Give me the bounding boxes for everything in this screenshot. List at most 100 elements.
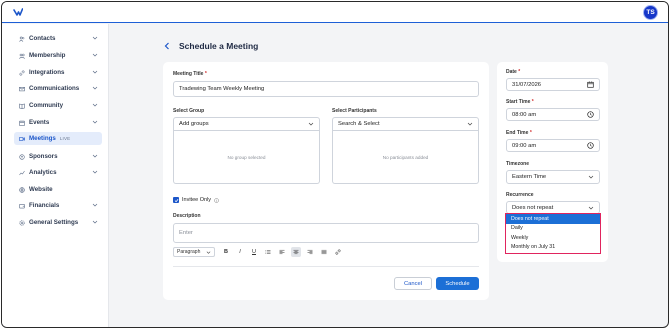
recurrence-option-weekly[interactable]: Weekly [506,233,600,243]
no-participants-text: No participants added [382,154,429,160]
contacts-icon [19,36,25,42]
timezone-label: Timezone [506,161,529,167]
calendar-icon[interactable] [587,81,594,88]
meeting-title-input[interactable]: Tradewing Team Weekly Meeting [173,81,479,97]
sidebar-item-general-settings[interactable]: General Settings [14,216,102,229]
description-editor[interactable]: Enter [173,223,479,243]
sidebar-item-website[interactable]: Website [14,183,102,196]
form-divider [173,266,479,267]
chevron-down-icon [588,206,594,209]
clock-icon[interactable] [587,142,594,149]
group-list-box: No group selected [173,131,320,184]
required-mark: * [531,99,534,105]
checkbox-checked-icon[interactable] [173,197,179,203]
underline-button[interactable]: U [249,247,259,257]
italic-button[interactable]: I [235,247,245,257]
info-icon[interactable] [214,197,219,203]
meeting-title-label: Meeting Title * [173,71,207,77]
date-input[interactable]: 31/07/2026 [506,78,600,91]
timezone-value: Eastern Time [512,174,547,180]
video-icon [19,136,25,142]
book-icon [19,103,25,109]
timezone-select[interactable]: Eastern Time [506,170,600,184]
invitee-only-checkbox[interactable]: Invitee Only [173,197,219,203]
chevron-down-icon [92,203,98,207]
sidebar-item-label: Financials [29,202,60,209]
paragraph-style-select[interactable]: Paragraph [173,246,215,257]
sidebar-item-integrations[interactable]: Integrations [14,66,102,79]
sidebar-item-financials[interactable]: Financials [14,199,102,212]
sidebar-item-label: Membership [29,52,66,59]
page-title: Schedule a Meeting [179,41,259,51]
chevron-down-icon [308,122,314,126]
select-group-dropdown[interactable]: Add groups [173,117,320,131]
label-text: End Time [506,130,529,136]
chevron-down-icon [92,70,98,74]
sidebar-item-membership[interactable]: Membership [14,49,102,62]
cancel-button[interactable]: Cancel [394,277,432,290]
sidebar-item-label: Sponsors [29,153,58,160]
link-icon [19,70,25,76]
chevron-down-icon [92,53,98,57]
sidebar-item-meetings[interactable]: Meetings LIVE [14,132,102,145]
bulleted-list-icon[interactable] [263,247,273,257]
sidebar-item-label: Community [29,102,64,109]
select-group-label: Select Group [173,108,205,114]
sidebar-item-label: Communications [29,85,80,92]
sidebar-item-sponsors[interactable]: Sponsors [14,150,102,163]
align-left-icon[interactable] [277,247,287,257]
insert-link-icon[interactable] [333,247,343,257]
select-participants-dropdown[interactable]: Search & Select [332,117,479,131]
sidebar-item-communications[interactable]: Communications [14,82,102,95]
sidebar-item-label: Meetings [29,135,56,142]
select-participants-label: Select Participants [332,108,377,114]
sidebar-item-label: Analytics [29,169,57,176]
recurrence-option-daily[interactable]: Daily [506,224,600,234]
chevron-down-icon [467,122,473,126]
calendar-icon [19,120,25,126]
schedule-button[interactable]: Schedule [436,277,479,290]
chevron-down-icon [92,103,98,107]
gear-icon [19,219,25,226]
start-time-value: 08:00 am [512,111,537,118]
live-badge: LIVE [59,136,71,141]
sidebar-item-events[interactable]: Events [14,116,102,129]
recurrence-option-does-not-repeat[interactable]: Does not repeat [506,214,600,224]
globe-icon [19,186,25,193]
recurrence-value: Does not repeat [512,204,554,211]
description-placeholder: Enter [179,230,193,236]
membership-icon [19,53,25,59]
align-justify-icon[interactable] [319,247,329,257]
chevron-down-icon [92,86,98,90]
end-time-label: End Time * [506,130,532,136]
avatar[interactable]: TS [643,5,658,20]
chevron-down-icon [92,36,98,40]
recurrence-option-monthly[interactable]: Monthly on July 31 [506,243,600,253]
recurrence-options-list: Does not repeat Daily Weekly Monthly on … [505,213,601,254]
date-value: 31/07/2026 [512,81,542,88]
select-group-placeholder: Add groups [179,121,209,127]
start-time-input[interactable]: 08:00 am [506,108,600,121]
paragraph-label: Paragraph [177,248,201,255]
clock-icon[interactable] [587,111,594,118]
label-text: Meeting Title [173,71,204,77]
sidebar-item-label: Contacts [29,35,56,42]
label-text: Start Time [506,99,531,105]
sidebar-item-analytics[interactable]: Analytics [14,166,102,179]
end-time-value: 09:00 am [512,142,537,149]
sidebar-item-label: Website [29,186,53,193]
sidebar-item-community[interactable]: Community [14,99,102,112]
align-center-icon[interactable] [291,246,301,257]
sidebar-item-contacts[interactable]: Contacts [14,32,102,45]
meeting-title-value: Tradewing Team Weekly Meeting [179,86,265,92]
bold-button[interactable]: B [221,247,231,257]
recurrence-label: Recurrence [506,192,534,198]
align-right-icon[interactable] [305,247,315,257]
editor-toolbar: Paragraph B I U [173,246,479,257]
end-time-input[interactable]: 09:00 am [506,139,600,152]
chevron-down-icon [92,170,98,174]
back-arrow-icon[interactable] [163,41,171,51]
app-logo-icon[interactable] [13,7,23,17]
participants-list-box: No participants added [332,131,479,184]
sidebar-item-label: Integrations [29,69,65,76]
